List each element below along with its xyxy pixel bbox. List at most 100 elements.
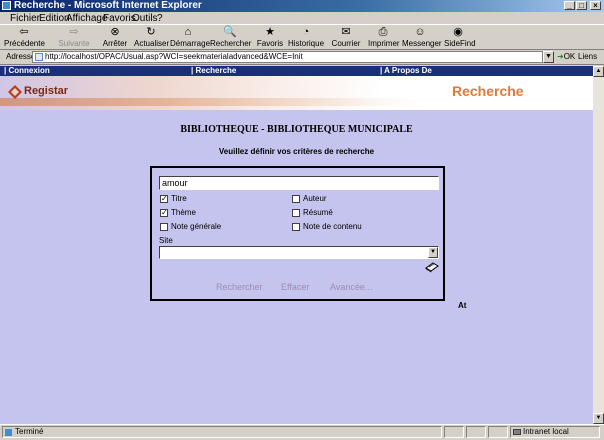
checkbox-label-note-generale: Note générale bbox=[171, 222, 222, 231]
status-cell-blank-2 bbox=[466, 426, 486, 438]
menu-help[interactable]: ? bbox=[157, 13, 163, 24]
toolbar-button-label: Messenger bbox=[402, 39, 442, 48]
banner-decoration-stripe bbox=[0, 98, 420, 106]
toolbar-button-10[interactable]: ☺ Messenger bbox=[402, 26, 442, 50]
toolbar-button-1[interactable]: ⇨ Suivante bbox=[54, 26, 94, 50]
toolbar-button-label: Favoris bbox=[256, 39, 284, 48]
search-form: amour ✓ Titre Auteur ✓ Thème Résumé Note… bbox=[150, 166, 445, 301]
side-text: At bbox=[458, 301, 467, 310]
toolbar-button-0[interactable]: ⇦ Précédente bbox=[4, 26, 45, 50]
rechercher-button[interactable]: Rechercher bbox=[216, 282, 263, 292]
window-title-bar: Recherche - Microsoft Internet Explorer … bbox=[0, 0, 604, 12]
checkbox-label-auteur: Auteur bbox=[303, 194, 327, 203]
go-label: OK bbox=[563, 52, 576, 61]
refresh-icon: ↻ bbox=[146, 26, 156, 38]
effacer-button[interactable]: Effacer bbox=[281, 282, 309, 292]
site-select[interactable]: ▼ bbox=[159, 246, 439, 259]
menu-favoris[interactable]: Favoris bbox=[103, 13, 136, 24]
go-arrow-icon: ➜ bbox=[557, 52, 564, 61]
menu-fichier[interactable]: Fichier bbox=[10, 13, 40, 24]
nav-connexion[interactable]: | Connexion bbox=[4, 66, 50, 76]
address-input[interactable]: http://localhost/OPAC/Usual.asp?WCI=seek… bbox=[32, 51, 543, 63]
home-icon: ⌂ bbox=[184, 26, 192, 38]
toolbar-button-label: Suivante bbox=[58, 39, 90, 48]
page-subtitle: Veuillez définir vos critères de recherc… bbox=[218, 147, 375, 156]
checkbox-resume[interactable] bbox=[292, 209, 300, 217]
toolbar-button-2[interactable]: ⊗ Arrêter bbox=[100, 26, 130, 50]
faint-decoration bbox=[130, 303, 450, 309]
checkbox-label-resume: Résumé bbox=[303, 208, 333, 217]
search-input[interactable]: amour bbox=[159, 176, 439, 190]
chevron-down-icon[interactable]: ▼ bbox=[428, 247, 438, 258]
checkbox-label-note-contenu: Note de contenu bbox=[303, 222, 362, 231]
toolbar-button-label: Courrier bbox=[331, 39, 361, 48]
close-icon[interactable]: × bbox=[590, 1, 601, 10]
toolbar-button-7[interactable]: ◔ Historique bbox=[288, 26, 324, 50]
toolbar-button-label: Actualiser bbox=[134, 39, 170, 48]
toolbar-button-9[interactable]: ⎙ Imprimer bbox=[368, 26, 400, 50]
site-nav: | Connexion | Recherche | A Propos De bbox=[0, 66, 593, 76]
avancee-button[interactable]: Avancée... bbox=[330, 282, 372, 292]
page-title: BIBLIOTHEQUE - BIBLIOTHEQUE MUNICIPALE bbox=[180, 124, 413, 135]
checkbox-note-generale[interactable] bbox=[160, 223, 168, 231]
window-title: Recherche - Microsoft Internet Explorer bbox=[14, 0, 202, 11]
checkbox-note-contenu[interactable] bbox=[292, 223, 300, 231]
toolbar-button-3[interactable]: ↻ Actualiser bbox=[134, 26, 170, 50]
address-url: http://localhost/OPAC/Usual.asp?WCI=seek… bbox=[45, 52, 303, 61]
toolbar: ⇦ Précédente ⇨ Suivante ⊗ Arrêter ↻ Actualiser ⌂… bbox=[0, 24, 604, 50]
page-icon bbox=[35, 53, 43, 61]
toolbar-button-11[interactable]: ◉ SideFind bbox=[444, 26, 476, 50]
search-icon: 🔍 bbox=[223, 26, 237, 38]
address-bar: Adresse http://localhost/OPAC/Usual.asp?… bbox=[0, 50, 604, 65]
links-button[interactable]: Liens bbox=[578, 52, 597, 61]
menu-bar: Fichier Edition Affichage Favoris Outils… bbox=[0, 12, 604, 24]
history-icon: ◔ bbox=[302, 26, 310, 38]
status-zone: Intranet local bbox=[510, 426, 600, 438]
registar-logo-icon bbox=[8, 85, 22, 99]
status-cell-blank-3 bbox=[488, 426, 508, 438]
banner-title: Recherche bbox=[452, 83, 524, 99]
address-label: Adresse bbox=[6, 52, 36, 61]
checkbox-label-theme: Thème bbox=[171, 208, 196, 217]
intranet-zone-icon bbox=[513, 429, 521, 435]
stop-icon: ⊗ bbox=[110, 26, 120, 38]
sidefind-icon: ◉ bbox=[453, 26, 463, 38]
go-button[interactable]: ➜OK bbox=[557, 52, 575, 61]
scroll-down-icon[interactable]: ▼ bbox=[593, 413, 604, 424]
book-icon[interactable] bbox=[425, 261, 439, 273]
minimize-icon[interactable]: _ bbox=[564, 1, 575, 10]
checkbox-titre[interactable]: ✓ bbox=[160, 195, 168, 203]
vertical-scrollbar[interactable]: ▲ ▼ bbox=[593, 66, 604, 424]
back-arrow-icon: ⇦ bbox=[19, 26, 29, 38]
page-viewport: | Connexion | Recherche | A Propos De Re… bbox=[0, 66, 593, 424]
menu-affichage[interactable]: Affichage bbox=[66, 13, 108, 24]
logo-text: Registar bbox=[24, 85, 69, 97]
favorites-icon: ★ bbox=[265, 26, 275, 38]
toolbar-button-label: Précédente bbox=[4, 39, 45, 48]
mail-icon: ✉ bbox=[341, 26, 351, 38]
menu-edition[interactable]: Edition bbox=[39, 13, 70, 24]
toolbar-button-4[interactable]: ⌂ Démarrage bbox=[170, 26, 211, 50]
address-dropdown-icon[interactable]: ▼ bbox=[543, 51, 554, 63]
nav-recherche[interactable]: | Recherche bbox=[191, 66, 236, 76]
site-label: Site bbox=[159, 236, 173, 245]
print-icon: ⎙ bbox=[378, 26, 388, 38]
toolbar-button-6[interactable]: ★ Favoris bbox=[256, 26, 284, 50]
menu-outils[interactable]: Outils bbox=[132, 13, 158, 24]
ie-logo-icon bbox=[2, 1, 11, 10]
ie-page-icon bbox=[5, 429, 12, 436]
checkbox-auteur[interactable] bbox=[292, 195, 300, 203]
maximize-icon[interactable]: □ bbox=[576, 1, 587, 10]
checkbox-theme[interactable]: ✓ bbox=[160, 209, 168, 217]
toolbar-button-label: Arrêter bbox=[102, 39, 128, 48]
messenger-icon: ☺ bbox=[414, 26, 426, 38]
toolbar-button-label: Historique bbox=[288, 39, 325, 48]
toolbar-button-8[interactable]: ✉ Courrier bbox=[330, 26, 362, 50]
scroll-up-icon[interactable]: ▲ bbox=[593, 66, 604, 77]
toolbar-button-5[interactable]: 🔍 Rechercher bbox=[210, 26, 252, 50]
toolbar-button-label: Imprimer bbox=[368, 39, 400, 48]
nav-a-propos[interactable]: | A Propos De bbox=[380, 66, 432, 76]
toolbar-button-label: Rechercher bbox=[210, 39, 252, 48]
toolbar-button-label: Démarrage bbox=[170, 39, 211, 48]
checkbox-label-titre: Titre bbox=[171, 194, 187, 203]
